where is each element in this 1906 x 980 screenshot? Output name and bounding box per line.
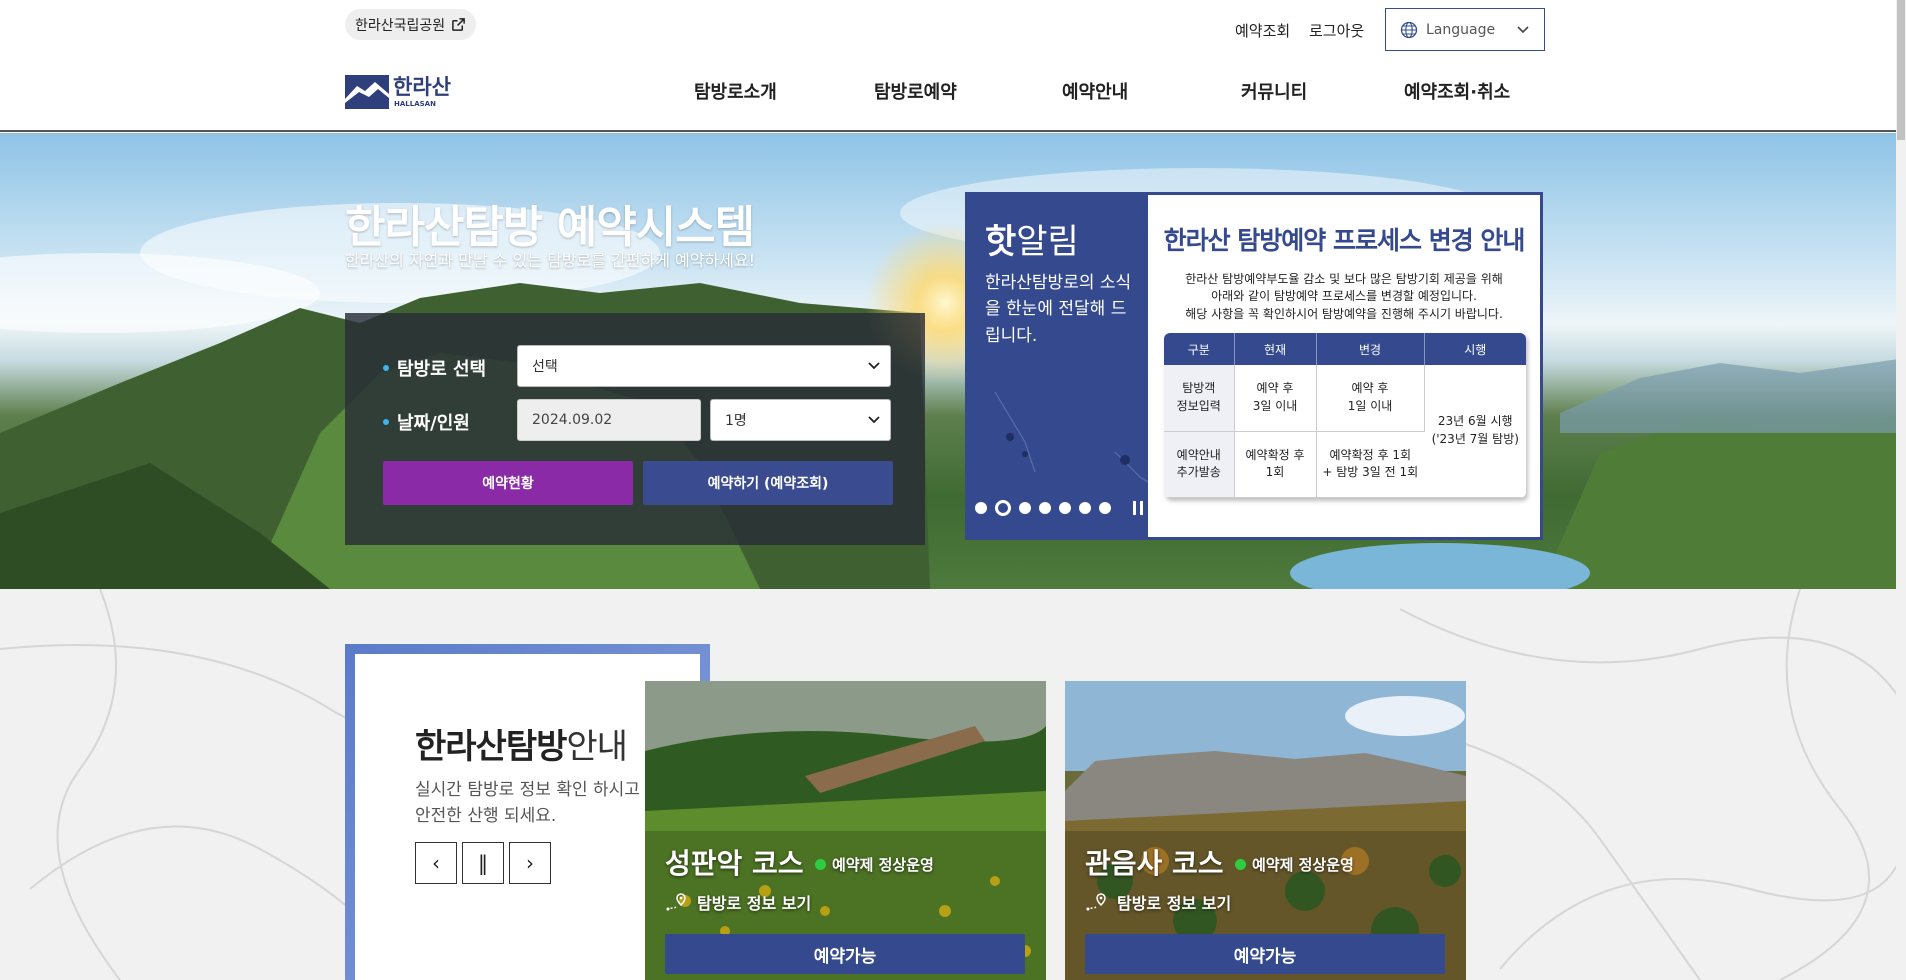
map-pin-icon — [666, 893, 686, 911]
slide-dot-active[interactable] — [995, 500, 1011, 516]
course-status: 예약제 정상운영 — [815, 854, 934, 875]
reservation-available-button[interactable]: 예약가능 — [665, 934, 1025, 974]
slide-dot[interactable] — [1019, 502, 1031, 514]
table-row: 탐방객 정보입력 예약 후 3일 이내 예약 후 1일 이내 23년 6월 시행… — [1164, 365, 1526, 498]
table-header: 시행 — [1424, 333, 1526, 365]
status-dot-icon — [815, 859, 826, 870]
reservation-search-box: 탐방로 선택 선택 날짜/인원 2024.09.02 1명 예약현황 예약하기 … — [345, 313, 925, 545]
site-header: 한라산국립공원 예약조회 로그아웃 Language 한라산 HALLASAN … — [0, 0, 1896, 132]
slide-dot[interactable] — [1059, 502, 1071, 514]
notice-card-body: 한라산 탐방예약부도율 감소 및 보다 많은 탐방기회 제공을 위해 아래와 같… — [1185, 272, 1503, 321]
map-pin-icon — [1086, 893, 1106, 911]
logout-link[interactable]: 로그아웃 — [1309, 20, 1364, 41]
park-external-link[interactable]: 한라산국립공원 — [345, 9, 477, 40]
external-link-icon — [452, 18, 466, 31]
date-people-label: 날짜/인원 — [383, 409, 470, 435]
table-header: 변경 — [1316, 333, 1425, 365]
course-name: 관음사 코스 — [1085, 847, 1224, 880]
next-button[interactable]: › — [509, 842, 551, 884]
chevron-down-icon — [868, 362, 880, 370]
page-scrollbar[interactable] — [1896, 0, 1906, 980]
reservation-check-link[interactable]: 예약조회 — [1235, 20, 1290, 41]
slide-dot[interactable] — [975, 502, 987, 514]
date-input[interactable]: 2024.09.02 — [517, 399, 701, 441]
course-status: 예약제 정상운영 — [1235, 854, 1354, 875]
nav-community[interactable]: 커뮤니티 — [1241, 78, 1307, 104]
table-cell-effective: 23년 6월 시행 ('23년 7월 탐방) — [1424, 365, 1526, 498]
guide-description: 실시간 탐방로 정보 확인 하시고 안전한 산행 되세요. — [415, 780, 640, 827]
hallasan-logo[interactable]: 한라산 HALLASAN — [345, 72, 467, 110]
mountain-logo-icon: 한라산 HALLASAN — [345, 75, 451, 109]
bullet-icon — [383, 419, 389, 425]
reserve-button[interactable]: 예약하기 (예약조회) — [643, 461, 893, 505]
page: 한라산국립공원 예약조회 로그아웃 Language 한라산 HALLASAN … — [0, 0, 1906, 980]
mountain-landscape-image — [0, 168, 1906, 589]
course-card-gwaneumsa[interactable]: 관음사 코스 예약제 정상운영 탐방로 정보 보기 예약가능 — [1065, 681, 1466, 980]
notice-heading: 핫알림 — [985, 222, 1079, 262]
slide-dot[interactable] — [1079, 502, 1091, 514]
table-cell: 예약 후 1일 이내 — [1316, 365, 1425, 432]
hero-title: 한라산탐방 예약시스템 — [345, 202, 755, 253]
reservation-available-button[interactable]: 예약가능 — [1085, 934, 1445, 974]
slide-dot[interactable] — [1099, 502, 1111, 514]
pause-icon[interactable] — [1133, 501, 1147, 515]
language-select[interactable]: Language — [1385, 8, 1545, 51]
trail-info-link[interactable]: 탐방로 정보 보기 — [665, 890, 811, 914]
slide-dot[interactable] — [1039, 502, 1051, 514]
table-cell: 예약안내 추가발송 — [1164, 431, 1235, 498]
bullet-icon — [383, 365, 389, 371]
table-header: 현재 — [1234, 333, 1317, 365]
chevron-down-icon — [1517, 25, 1529, 33]
notice-card-title: 한라산 탐방예약 프로세스 변경 안내 — [1163, 226, 1526, 255]
language-label: Language — [1426, 21, 1496, 38]
course-card-seongpanak[interactable]: 성판악 코스 예약제 정상운영 탐방로 정보 보기 예약가능 — [645, 681, 1046, 980]
hero-section: 한라산탐방 예약시스템 한라산의 자연과 만날 수 있는 탐방로를 간편하게 예… — [0, 133, 1906, 589]
trail-info-link[interactable]: 탐방로 정보 보기 — [1085, 890, 1231, 914]
prev-button[interactable]: ‹ — [415, 842, 457, 884]
scrollbar-thumb[interactable] — [1897, 0, 1905, 140]
people-select[interactable]: 1명 — [710, 399, 891, 441]
table-cell: 탐방객 정보입력 — [1164, 365, 1235, 432]
status-dot-icon — [1235, 859, 1246, 870]
table-cell: 예약확정 후 1회 — [1234, 431, 1317, 498]
trail-select-label: 탐방로 선택 — [383, 355, 486, 381]
process-change-table: 구분 현재 변경 시행 탐방객 정보입력 예약 후 3일 이내 예약 후 1일 … — [1164, 333, 1526, 498]
table-cell: 예약 후 3일 이내 — [1234, 365, 1317, 432]
notice-intro: 핫알림 한라산탐방로의 소식을 한눈에 전달해 드립니다. — [965, 192, 1148, 540]
nav-trail-reservation[interactable]: 탐방로예약 — [874, 78, 957, 104]
logo-text: 한라산 — [393, 75, 451, 99]
notice-card[interactable]: 한라산 탐방예약 프로세스 변경 안내 한라산 탐방예약부도율 감소 및 보다 … — [1148, 195, 1540, 537]
pause-button[interactable]: ‖ — [462, 842, 504, 884]
hero-subtitle: 한라산의 자연과 만날 수 있는 탐방로를 간편하게 예약하세요! — [345, 251, 756, 270]
guide-title: 한라산탐방안내 — [415, 727, 628, 767]
notice-description: 한라산탐방로의 소식을 한눈에 전달해 드립니다. — [985, 273, 1132, 346]
trail-select[interactable]: 선택 — [517, 345, 891, 387]
slide-pagination — [975, 500, 1147, 516]
globe-icon — [1400, 21, 1418, 38]
reservation-status-button[interactable]: 예약현황 — [383, 461, 633, 505]
nav-reservation-guide[interactable]: 예약안내 — [1062, 78, 1128, 104]
nav-trail-intro[interactable]: 탐방로소개 — [694, 78, 777, 104]
logo-sub-text: HALLASAN — [394, 100, 436, 108]
trail-guide-section: 한라산탐방안내 실시간 탐방로 정보 확인 하시고 안전한 산행 되세요. ‹ … — [0, 589, 1906, 980]
nav-reservation-cancel[interactable]: 예약조회·취소 — [1404, 78, 1510, 104]
hot-notice-panel: 핫알림 한라산탐방로의 소식을 한눈에 전달해 드립니다. 한라산 탐방예약 프… — [965, 192, 1543, 540]
park-link-label: 한라산국립공원 — [355, 17, 446, 34]
chevron-down-icon — [868, 416, 880, 424]
table-header: 구분 — [1164, 333, 1235, 365]
table-cell: 예약확정 후 1회 + 탐방 3일 전 1회 — [1316, 431, 1424, 498]
course-name: 성판악 코스 — [665, 847, 804, 880]
